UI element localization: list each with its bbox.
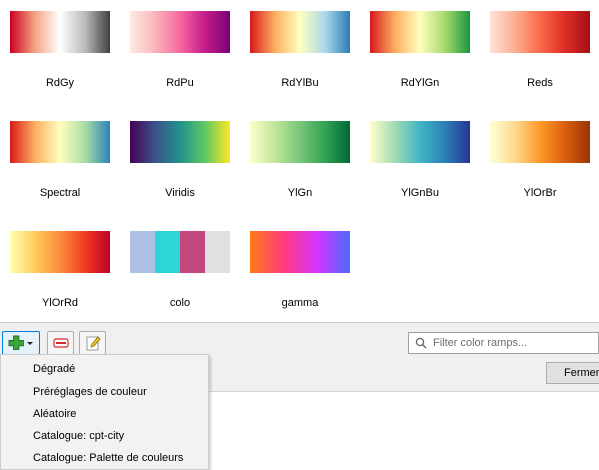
color-ramp-label: Reds: [527, 77, 553, 89]
add-ramp-menu: Dégradé Préréglages de couleur Aléatoire…: [0, 354, 209, 470]
add-icon: [8, 335, 33, 350]
color-ramp-item[interactable]: YlGnBu: [360, 110, 470, 220]
color-ramp-item[interactable]: Reds: [480, 0, 590, 110]
color-ramp-swatch: [370, 121, 470, 163]
color-ramp-item[interactable]: YlOrRd: [0, 220, 110, 330]
color-ramp-item[interactable]: RdGy: [0, 0, 110, 110]
color-ramp-swatch: [130, 231, 230, 273]
menu-item-random[interactable]: Aléatoire: [2, 403, 207, 425]
color-ramp-swatch: [130, 11, 230, 53]
color-ramp-label: RdPu: [166, 77, 194, 89]
color-ramp-label: gamma: [281, 297, 319, 309]
color-ramp-item[interactable]: Spectral: [0, 110, 110, 220]
color-ramp-item[interactable]: Viridis: [120, 110, 230, 220]
color-ramp-label: Spectral: [39, 187, 81, 199]
pencil-icon: [86, 336, 101, 351]
color-ramp-item[interactable]: YlGn: [240, 110, 350, 220]
color-ramp-item[interactable]: YlOrBr: [480, 110, 590, 220]
color-ramp-swatch: [490, 11, 590, 53]
color-ramp-item[interactable]: colo: [120, 220, 230, 330]
color-ramp-item[interactable]: gamma: [240, 220, 350, 330]
color-ramp-swatch: [250, 11, 350, 53]
color-ramp-grid: RdGy RdPu RdYlBu RdYlGn Reds Spectral Viridis Y…: [0, 0, 599, 322]
search-icon: [415, 337, 427, 349]
color-ramp-swatch: [370, 11, 470, 53]
remove-ramp-button[interactable]: [47, 331, 74, 355]
color-ramp-swatch: [490, 121, 590, 163]
color-ramp-label: colo: [169, 297, 191, 309]
menu-item-color-palette-catalog[interactable]: Catalogue: Palette de couleurs: [2, 447, 207, 469]
menu-item-gradient[interactable]: Dégradé: [2, 358, 207, 380]
color-ramp-swatch: [250, 231, 350, 273]
color-ramp-item[interactable]: RdPu: [120, 0, 230, 110]
color-ramp-label: RdYlBu: [281, 77, 319, 89]
edit-ramp-button[interactable]: [79, 331, 106, 355]
color-ramp-label: Viridis: [165, 187, 195, 199]
color-ramp-swatch: [250, 121, 350, 163]
filter-input[interactable]: [433, 337, 593, 349]
color-ramp-label: RdYlGn: [400, 77, 440, 89]
color-ramp-swatch: [10, 231, 110, 273]
color-ramp-label: YlGn: [287, 187, 313, 199]
color-ramp-label: RdGy: [45, 77, 75, 89]
color-ramp-label: YlOrBr: [523, 187, 557, 199]
color-ramp-swatch: [130, 121, 230, 163]
filter-field[interactable]: [408, 332, 599, 354]
color-ramp-item[interactable]: RdYlGn: [360, 0, 470, 110]
remove-icon: [52, 338, 69, 348]
add-ramp-button[interactable]: [2, 331, 40, 355]
color-ramp-swatch: [10, 11, 110, 53]
menu-item-color-presets[interactable]: Préréglages de couleur: [2, 381, 207, 403]
color-ramp-item[interactable]: RdYlBu: [240, 0, 350, 110]
menu-item-cpt-city[interactable]: Catalogue: cpt-city: [2, 425, 207, 447]
color-ramp-label: YlGnBu: [401, 187, 439, 199]
color-ramp-swatch: [10, 121, 110, 163]
close-button[interactable]: Fermer: [546, 362, 599, 384]
color-ramp-label: YlOrRd: [41, 297, 79, 309]
